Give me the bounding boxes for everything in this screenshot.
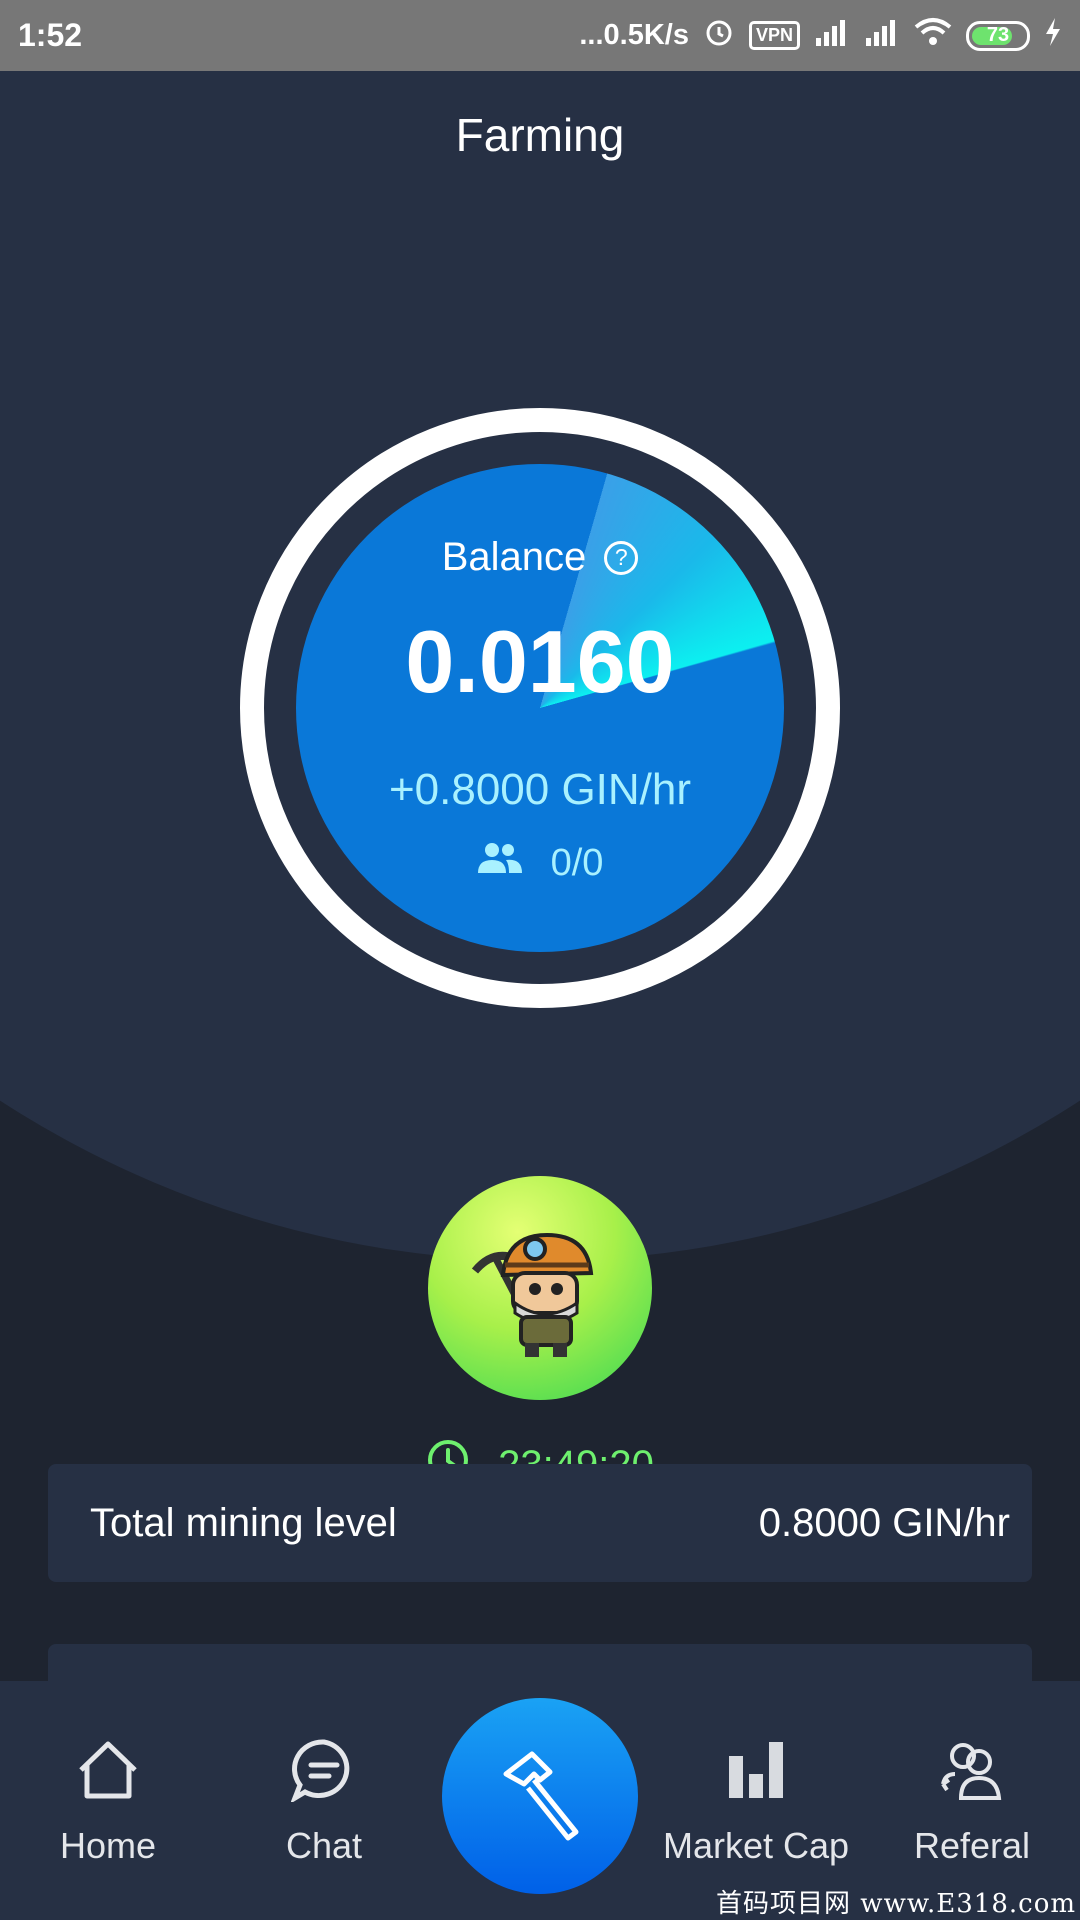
mining-level-value: 0.8000 GIN/hr (758, 1500, 1010, 1545)
wifi-icon (914, 17, 952, 55)
alarm-icon (703, 16, 735, 56)
nav-referal[interactable]: Referal (872, 1738, 1072, 1867)
secondary-card (48, 1644, 1032, 1681)
hammer-icon (503, 1751, 579, 1841)
mining-level-label: Total mining level (90, 1500, 397, 1545)
nav-chat[interactable]: Chat (224, 1738, 424, 1867)
status-time: 1:52 (18, 17, 83, 53)
balance-header: Balance ? (0, 535, 1080, 580)
main-area: Farming Balance ? 0.0160 +0.8000 GIN/hr … (0, 71, 1080, 1681)
status-indicators: ...0.5K/s VPN 73 (579, 16, 1062, 56)
balance-value: 0.0160 (405, 612, 675, 711)
balance-label: Balance (441, 535, 587, 579)
chat-icon (290, 1738, 357, 1807)
status-bar: 1:52 ...0.5K/s VPN 73 (0, 0, 1080, 71)
mining-rate: +0.8000 GIN/hr (388, 765, 692, 814)
miner-avatar[interactable] (428, 1176, 652, 1400)
help-icon[interactable]: ? (604, 540, 639, 575)
nav-referal-label: Referal (913, 1825, 1031, 1866)
users-icon (477, 841, 523, 885)
page-title: Farming (455, 109, 625, 161)
signal-icon (864, 16, 900, 56)
mining-level-card: Total mining level 0.8000 GIN/hr (48, 1464, 1032, 1582)
bar-chart-icon (723, 1738, 789, 1807)
home-icon (75, 1738, 141, 1807)
nav-home-label: Home (59, 1825, 157, 1866)
vpn-badge: VPN (748, 21, 800, 50)
charging-icon (1044, 17, 1062, 55)
watermark-text: 首码项目网 www.E318.com (716, 1889, 1076, 1919)
miner-character-icon (471, 1232, 594, 1357)
battery-indicator: 73 (966, 20, 1030, 51)
signal-hd-icon (814, 16, 850, 56)
nav-market-cap[interactable]: Market Cap (656, 1738, 856, 1867)
referral-icon (939, 1738, 1005, 1807)
team-members: 0/0 (0, 841, 1080, 885)
members-count: 0/0 (550, 841, 604, 884)
mine-button[interactable] (442, 1698, 638, 1894)
network-speed: ...0.5K/s (579, 19, 689, 51)
nav-chat-label: Chat (285, 1825, 363, 1866)
nav-market-cap-label: Market Cap (662, 1825, 850, 1866)
nav-home[interactable]: Home (8, 1738, 208, 1867)
